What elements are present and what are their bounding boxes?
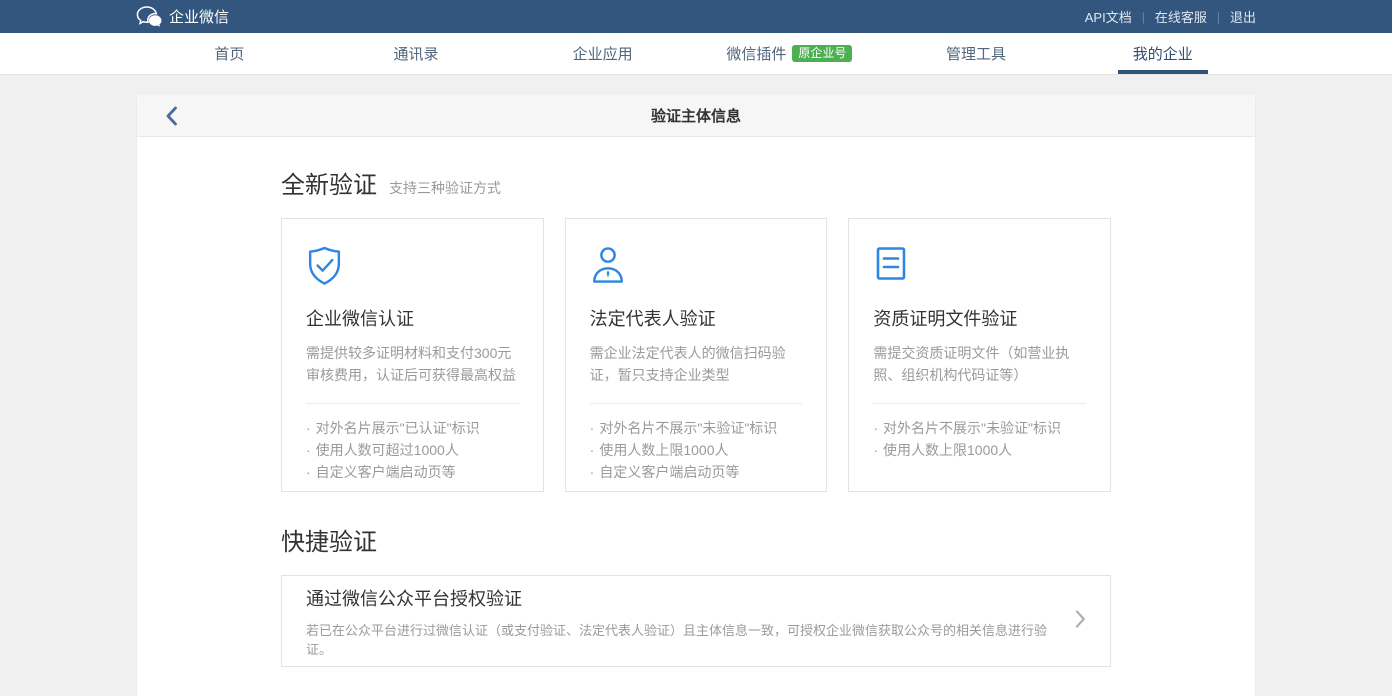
- chevron-right-icon: [1075, 609, 1086, 634]
- card-title: 通过微信公众平台授权验证: [306, 585, 1057, 611]
- link-logout[interactable]: 退出: [1230, 7, 1256, 26]
- page-title: 验证主体信息: [137, 105, 1255, 126]
- card-title: 资质证明文件验证: [873, 305, 1086, 331]
- benefit-item: 使用人数上限1000人: [873, 439, 1086, 461]
- wework-logo-icon: [136, 6, 162, 27]
- back-button[interactable]: [153, 95, 189, 137]
- tab-home[interactable]: 首页: [136, 33, 323, 74]
- card-description: 若已在公众平台进行过微信认证（或支付验证、法定代表人验证）且主体信息一致，可授权…: [306, 620, 1057, 658]
- section-quick-verification: 快捷验证: [281, 522, 1111, 557]
- divider: [306, 403, 519, 404]
- card-title: 企业微信认证: [306, 305, 519, 331]
- card-benefits-list: 对外名片不展示"未验证"标识 使用人数上限1000人: [873, 417, 1086, 461]
- top-bar: 企业微信 API文档 | 在线客服 | 退出: [0, 0, 1392, 33]
- section-full-verification: 全新验证 支持三种验证方式: [281, 165, 1111, 200]
- benefit-item: 对外名片不展示"未验证"标识: [590, 417, 803, 439]
- separator: |: [1142, 10, 1145, 24]
- card-description: 需企业法定代表人的微信扫码验证，暂只支持企业类型: [590, 342, 803, 386]
- brand-name: 企业微信: [169, 6, 229, 27]
- brand[interactable]: 企业微信: [136, 6, 229, 27]
- divider: [873, 403, 1086, 404]
- section-title: 全新验证: [281, 165, 377, 200]
- card-benefits-list: 对外名片不展示"未验证"标识 使用人数上限1000人 自定义客户端启动页等: [590, 417, 803, 483]
- chevron-left-icon: [165, 106, 178, 126]
- verify-card-qualification-documents[interactable]: 资质证明文件验证 需提交资质证明文件（如营业执照、组织机构代码证等） 对外名片不…: [848, 218, 1111, 492]
- separator: |: [1217, 10, 1220, 24]
- benefit-item: 使用人数可超过1000人: [306, 439, 519, 461]
- quick-verify-card-mp-authorization[interactable]: 通过微信公众平台授权验证 若已在公众平台进行过微信认证（或支付验证、法定代表人验…: [281, 575, 1111, 667]
- tab-wechat-plugin[interactable]: 微信插件 原企业号: [696, 33, 883, 74]
- content-panel: 验证主体信息 全新验证 支持三种验证方式 企业微信认证 需提供较多证明材料和支付…: [137, 95, 1255, 696]
- card-title: 法定代表人验证: [590, 305, 803, 331]
- benefit-item: 对外名片展示"已认证"标识: [306, 417, 519, 439]
- benefit-item: 自定义客户端启动页等: [306, 461, 519, 483]
- tab-my-company[interactable]: 我的企业: [1069, 33, 1256, 74]
- shield-check-icon: [306, 245, 519, 289]
- tab-admin-tools[interactable]: 管理工具: [883, 33, 1070, 74]
- benefit-item: 使用人数上限1000人: [590, 439, 803, 461]
- document-icon: [873, 245, 1086, 289]
- legacy-account-badge: 原企业号: [792, 45, 852, 62]
- main-nav: 首页 通讯录 企业应用 微信插件 原企业号 管理工具 我的企业: [0, 33, 1392, 75]
- verify-card-legal-representative[interactable]: 法定代表人验证 需企业法定代表人的微信扫码验证，暂只支持企业类型 对外名片不展示…: [565, 218, 828, 492]
- person-icon: [590, 245, 803, 289]
- card-benefits-list: 对外名片展示"已认证"标识 使用人数可超过1000人 自定义客户端启动页等: [306, 417, 519, 483]
- section-subtitle: 支持三种验证方式: [389, 178, 501, 198]
- panel-header: 验证主体信息: [137, 95, 1255, 137]
- section-title: 快捷验证: [281, 522, 377, 557]
- active-tab-underline: [1118, 70, 1208, 74]
- tab-contacts[interactable]: 通讯录: [323, 33, 510, 74]
- benefit-item: 对外名片不展示"未验证"标识: [873, 417, 1086, 439]
- card-description: 需提供较多证明材料和支付300元审核费用，认证后可获得最高权益: [306, 342, 519, 386]
- benefit-item: 自定义客户端启动页等: [590, 461, 803, 483]
- verify-card-wework-certification[interactable]: 企业微信认证 需提供较多证明材料和支付300元审核费用，认证后可获得最高权益 对…: [281, 218, 544, 492]
- link-api-docs[interactable]: API文档: [1085, 7, 1132, 26]
- card-description: 需提交资质证明文件（如营业执照、组织机构代码证等）: [873, 342, 1086, 386]
- divider: [590, 403, 803, 404]
- tab-enterprise-apps[interactable]: 企业应用: [509, 33, 696, 74]
- link-online-support[interactable]: 在线客服: [1155, 7, 1207, 26]
